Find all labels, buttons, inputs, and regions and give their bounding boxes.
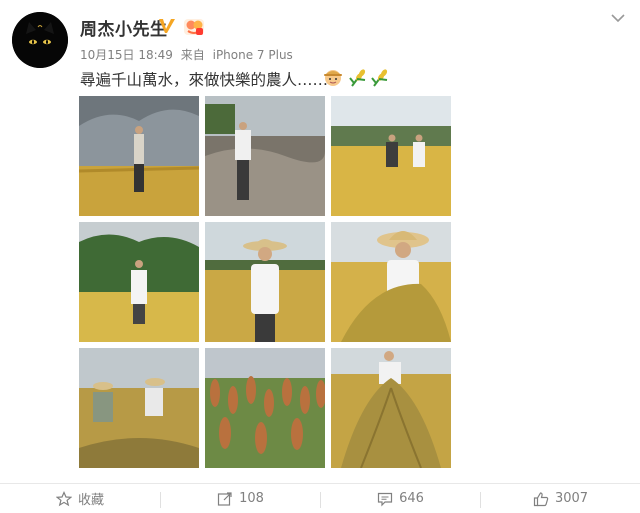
repost-icon bbox=[217, 491, 232, 506]
action-bar: 收藏 108 646 3007 bbox=[0, 483, 640, 513]
photo-7[interactable] bbox=[79, 348, 199, 468]
photo-9[interactable] bbox=[331, 348, 451, 468]
favorite-label: 收藏 bbox=[77, 493, 104, 508]
post-source[interactable]: iPhone 7 Plus bbox=[213, 48, 293, 62]
like-button[interactable]: 3007 bbox=[481, 484, 640, 513]
like-count: 3007 bbox=[554, 491, 589, 506]
photo-grid bbox=[79, 96, 451, 468]
photo-1[interactable] bbox=[79, 96, 199, 216]
favorite-button[interactable]: 收藏 bbox=[0, 484, 160, 513]
photo-8[interactable] bbox=[205, 348, 325, 468]
post-time[interactable]: 10月15日 18:49 bbox=[80, 48, 173, 62]
photo-2[interactable] bbox=[205, 96, 325, 216]
wheat-emoji-icon bbox=[349, 69, 366, 87]
repost-count: 108 bbox=[239, 491, 264, 506]
photo-4[interactable] bbox=[79, 222, 199, 342]
post-text: 尋遍千山萬水，來做快樂的農人…… bbox=[80, 71, 329, 89]
photo-3[interactable] bbox=[331, 96, 451, 216]
cat-face-icon bbox=[12, 12, 68, 68]
source-prefix: 来自 bbox=[180, 48, 205, 62]
user-name[interactable]: 周杰小先生 bbox=[80, 15, 168, 40]
repost-button[interactable]: 108 bbox=[161, 484, 320, 513]
comment-count: 646 bbox=[399, 491, 424, 506]
chevron-down-icon[interactable] bbox=[610, 12, 626, 24]
photo-5[interactable] bbox=[205, 222, 325, 342]
verified-v-icon[interactable] bbox=[157, 16, 177, 36]
vip-badge-icon[interactable] bbox=[183, 15, 205, 37]
photo-6[interactable] bbox=[331, 222, 451, 342]
thumbs-up-icon bbox=[533, 491, 549, 506]
comment-button[interactable]: 646 bbox=[321, 484, 480, 513]
post-meta: 10月15日 18:49 来自 iPhone 7 Plus bbox=[80, 46, 297, 63]
wheat-emoji-icon bbox=[371, 69, 388, 87]
farmer-emoji-icon bbox=[324, 70, 342, 86]
star-icon bbox=[55, 490, 72, 506]
avatar[interactable] bbox=[12, 12, 68, 68]
comment-icon bbox=[377, 492, 393, 506]
